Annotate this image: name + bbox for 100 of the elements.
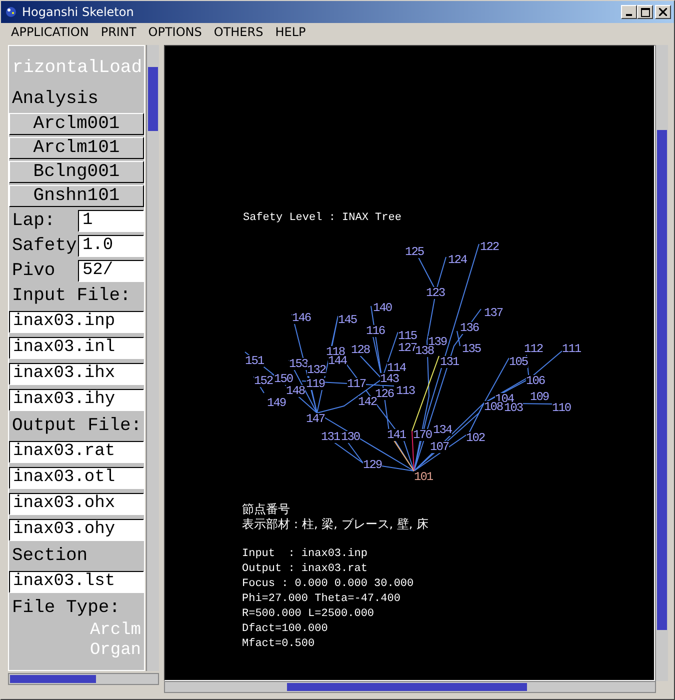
field-label: Pivo [11,260,56,280]
scroll-thumb[interactable] [657,130,667,630]
node-label: 107 [430,441,449,453]
node-label: 151 [245,355,264,367]
section-label: Section [11,545,89,568]
horizontal-scrollbar[interactable] [164,681,656,693]
horizontal-scrollbar[interactable] [8,673,159,685]
node-label: 101 [414,471,433,483]
node-label: 102 [466,432,485,444]
node-label: 109 [530,391,549,403]
scroll-thumb[interactable] [148,67,158,131]
file-field[interactable]: inax03.inl [9,337,144,359]
node-label: 111 [562,343,581,355]
vertical-scrollbar[interactable] [146,45,159,671]
scroll-thumb[interactable] [287,683,527,691]
file-field[interactable]: inax03.inp [9,311,144,333]
node-label: 125 [405,246,424,258]
node-label: 119 [306,378,325,390]
node-label: 136 [460,322,479,334]
menu-item[interactable]: HELP [269,25,312,39]
file-field[interactable]: inax03.ohx [9,493,144,515]
chart-title: Safety Level : INAX Tree [243,211,402,226]
section-label: File Type: [11,597,122,620]
input-field[interactable]: 52/ [78,260,144,282]
node-label: 113 [396,385,415,397]
file-field[interactable]: inax03.lst [9,571,144,593]
node-label: 147 [306,413,325,425]
analysis-button[interactable]: Arclm001 [9,113,144,135]
input-field[interactable]: 1.0 [78,234,144,256]
node-label: 127 [398,342,417,354]
node-label: 150 [274,373,293,385]
minimize-button[interactable] [621,5,637,19]
close-icon [659,8,667,16]
info-text: Focus : 0.000 0.000 30.000 [242,577,415,592]
node-label: 137 [484,307,503,319]
info-text: R=500.000 L=2500.000 [242,607,376,622]
node-label: 130 [341,431,360,443]
node-label: 115 [398,330,417,342]
node-label: 148 [286,385,305,397]
menu-item[interactable]: APPLICATION [5,25,95,39]
scroll-thumb[interactable] [10,675,96,683]
field-label: Lap: [11,210,56,230]
menu-item[interactable]: OTHERS [208,25,270,39]
section-label: Input File: [11,285,132,308]
info-text: Mfact=0.500 [242,637,316,652]
node-label: 122 [480,241,499,253]
menu-item[interactable]: PRINT [94,25,142,39]
node-label: 170 [413,429,432,441]
node-label: 140 [373,302,392,314]
node-label: 117 [347,378,366,390]
node-label: 135 [462,343,481,355]
node-label: 128 [351,344,370,356]
node-label: 145 [338,314,357,326]
file-field[interactable]: inax03.ohy [9,519,144,541]
node-label: 116 [366,325,385,337]
legend-text: 表示部材：柱, 梁, ブレース, 壁, 床 [242,517,429,532]
node-label: 124 [448,254,467,266]
file-field[interactable]: inax03.rat [9,441,144,463]
node-label: 146 [292,312,311,324]
window-title: Hoganshi Skeleton [22,5,135,19]
node-label: 112 [524,343,543,355]
node-label: 132 [307,364,326,376]
info-text: Output : inax03.rat [242,562,368,577]
node-label: 141 [387,429,406,441]
node-label: 105 [509,356,528,368]
input-field[interactable]: 1 [78,210,144,232]
node-label: 110 [552,402,571,414]
node-label: 143 [380,373,399,385]
app-icon [4,5,18,19]
node-label: 142 [358,396,377,408]
maximize-icon [640,8,650,16]
node-label: 152 [254,375,273,387]
node-label: 149 [267,397,286,409]
analysis-button[interactable]: Gnshn101 [9,185,144,207]
section-label: Output File: [11,415,143,438]
info-text: Phi=27.000 Theta=-47.400 [242,592,402,607]
close-button[interactable] [655,5,671,19]
file-field[interactable]: inax03.ihx [9,363,144,385]
node-label: 131 [321,431,340,443]
maximize-button[interactable] [637,5,653,19]
panel-heading: rizontalLoad [12,58,142,78]
vertical-scrollbar[interactable] [655,45,668,681]
node-label: 123 [426,287,445,299]
node-label: 144 [328,355,347,367]
node-label: 138 [415,345,434,357]
node-label: 131 [440,356,459,368]
node-label: 129 [363,459,382,471]
analysis-button[interactable]: Bclng001 [9,161,144,183]
file-field[interactable]: inax03.otl [9,467,144,489]
file-field[interactable]: inax03.ihy [9,389,144,411]
info-text: Input : inax03.inp [242,547,368,562]
node-label: 134 [433,424,452,436]
info-text: Dfact=100.000 [242,622,329,637]
node-label: 103 [504,402,523,414]
legend-text: 節点番号 [242,502,291,517]
menu-item[interactable]: OPTIONS [142,25,208,39]
node-label: 126 [375,388,394,400]
field-label: Safety [11,236,78,256]
section-label: Analysis [11,88,100,111]
analysis-button[interactable]: Arclm101 [9,137,144,159]
